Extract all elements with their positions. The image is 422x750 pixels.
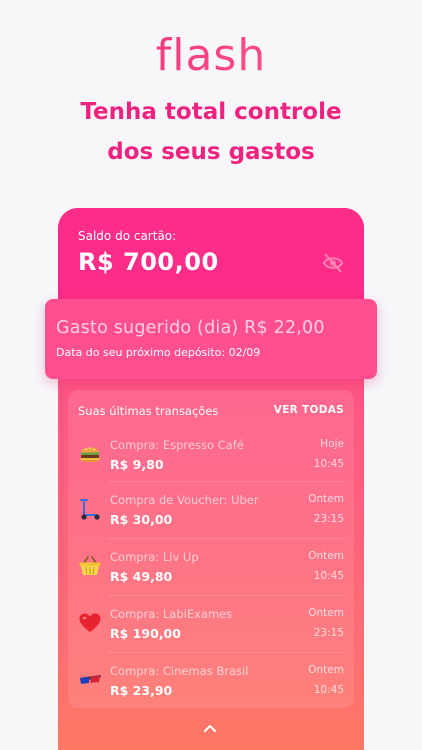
transaction-time: 23:15 <box>313 627 344 639</box>
heart-icon <box>79 613 101 632</box>
transaction-day: Ontem <box>308 493 344 505</box>
transaction-amount: R$ 9,80 <box>110 457 164 472</box>
transaction-amount: R$ 23,90 <box>110 683 173 698</box>
transaction-time: 23:15 <box>313 513 344 525</box>
see-all-button[interactable]: VER TODAS <box>274 404 344 416</box>
basket-icon <box>79 556 101 575</box>
transaction-name: Compra: LabiExames <box>110 607 233 621</box>
eye-off-icon[interactable] <box>322 253 344 273</box>
row-divider <box>108 595 344 596</box>
headline-line-1: Tenha total controle <box>80 99 342 125</box>
headline-line-2: dos seus gastos <box>107 139 315 165</box>
transactions-header: Suas últimas transações VER TODAS <box>78 404 344 418</box>
transaction-row[interactable]: Compra: Cinemas Brasil R$ 23,90 Ontem 10… <box>68 652 354 709</box>
transaction-name: Compra: Espresso Café <box>110 438 244 452</box>
balance-section: Saldo do cartão: R$ 700,00 <box>58 208 364 308</box>
transaction-time: 10:45 <box>313 570 344 582</box>
transaction-row[interactable]: Compra: Espresso Café R$ 9,80 Hoje 10:45 <box>68 426 354 483</box>
balance-value: R$ 700,00 <box>78 248 219 276</box>
row-divider <box>108 481 344 482</box>
3d-glasses-icon <box>79 675 101 684</box>
transaction-row[interactable]: Compra de Voucher: Uber R$ 30,00 Ontem 2… <box>68 481 354 538</box>
flash-logo: flash <box>0 30 422 81</box>
suggested-spend-title: Gasto sugerido (dia) R$ 22,00 <box>56 318 325 338</box>
transaction-time: 10:45 <box>313 684 344 696</box>
transaction-row[interactable]: Compra: Liv Up R$ 49,80 Ontem 10:45 <box>68 538 354 595</box>
transaction-name: Compra de Voucher: Uber <box>110 493 259 507</box>
transaction-row[interactable]: Compra: LabiExames R$ 190,00 Ontem 23:15 <box>68 595 354 652</box>
transaction-day: Ontem <box>308 550 344 562</box>
row-divider <box>108 652 344 653</box>
transaction-name: Compra: Cinemas Brasil <box>110 664 249 678</box>
suggested-spend-card: Gasto sugerido (dia) R$ 22,00 Data do se… <box>45 299 377 379</box>
transaction-amount: R$ 30,00 <box>110 512 173 527</box>
transaction-day: Hoje <box>320 438 344 450</box>
row-divider <box>108 538 344 539</box>
next-deposit-date: Data do seu próximo depósito: 02/09 <box>56 346 261 359</box>
chevron-up-icon[interactable] <box>203 723 217 733</box>
hamburger-icon <box>80 447 100 463</box>
scooter-icon <box>80 499 100 520</box>
transaction-amount: R$ 49,80 <box>110 569 173 584</box>
transaction-day: Ontem <box>308 607 344 619</box>
transaction-time: 10:45 <box>313 458 344 470</box>
transaction-day: Ontem <box>308 664 344 676</box>
transactions-title: Suas últimas transações <box>78 404 219 418</box>
headline: Tenha total controle dos seus gastos <box>0 92 422 172</box>
transaction-name: Compra: Liv Up <box>110 550 199 564</box>
transaction-amount: R$ 190,00 <box>110 626 181 641</box>
transactions-card: Suas últimas transações VER TODAS Compra… <box>68 390 354 708</box>
balance-label: Saldo do cartão: <box>78 229 177 243</box>
